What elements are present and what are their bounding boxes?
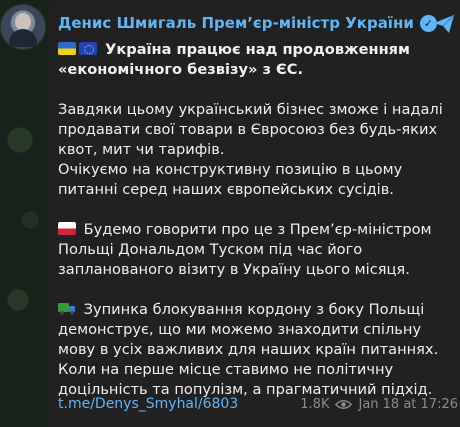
message-text: Україна працює над продовженням «економі… bbox=[58, 40, 456, 400]
truck-icon bbox=[58, 302, 76, 315]
avatar-body bbox=[9, 29, 37, 47]
message-header: Денис Шмигаль Прем’єр-міністр України ✓ bbox=[58, 14, 460, 32]
ukraine-flag-icon bbox=[58, 42, 76, 55]
eye-icon bbox=[335, 399, 353, 409]
channel-name[interactable]: Денис Шмигаль Прем’єр-міністр України bbox=[58, 14, 414, 32]
paragraph-business: Завдяки цьому український бізнес зможе і… bbox=[58, 101, 443, 158]
timestamp: Jan 18 at 17:26 bbox=[358, 396, 458, 412]
share-icon[interactable] bbox=[432, 12, 456, 36]
paragraph-tusk-text: Будемо говорити про це з Прем’єр-міністр… bbox=[58, 221, 432, 278]
post-link[interactable]: t.me/Denys_Smyhal/6803 bbox=[58, 396, 238, 412]
paragraph-tusk: Будемо говорити про це з Прем’єр-міністр… bbox=[58, 220, 456, 280]
message-footer: t.me/Denys_Smyhal/6803 1.8K Jan 18 at 17… bbox=[58, 396, 458, 412]
headline: Україна працює над продовженням «економі… bbox=[58, 40, 456, 80]
message-meta: 1.8K Jan 18 at 17:26 bbox=[300, 397, 458, 412]
poland-flag-icon bbox=[58, 222, 76, 235]
message-bubble: Денис Шмигаль Прем’єр-міністр України ✓ … bbox=[48, 0, 460, 427]
eu-flag-icon bbox=[79, 42, 97, 55]
paragraph-border-text: Зупинка блокування кордону з боку Польщі… bbox=[58, 301, 439, 398]
view-count: 1.8K bbox=[300, 396, 330, 412]
channel-avatar[interactable] bbox=[0, 4, 46, 50]
headline-text: Україна працює над продовженням «економі… bbox=[58, 41, 410, 78]
paragraph-border: Зупинка блокування кордону з боку Польщі… bbox=[58, 300, 456, 400]
paragraph-neighbors: Очікуємо на конструктивну позицію в цьом… bbox=[58, 161, 403, 198]
